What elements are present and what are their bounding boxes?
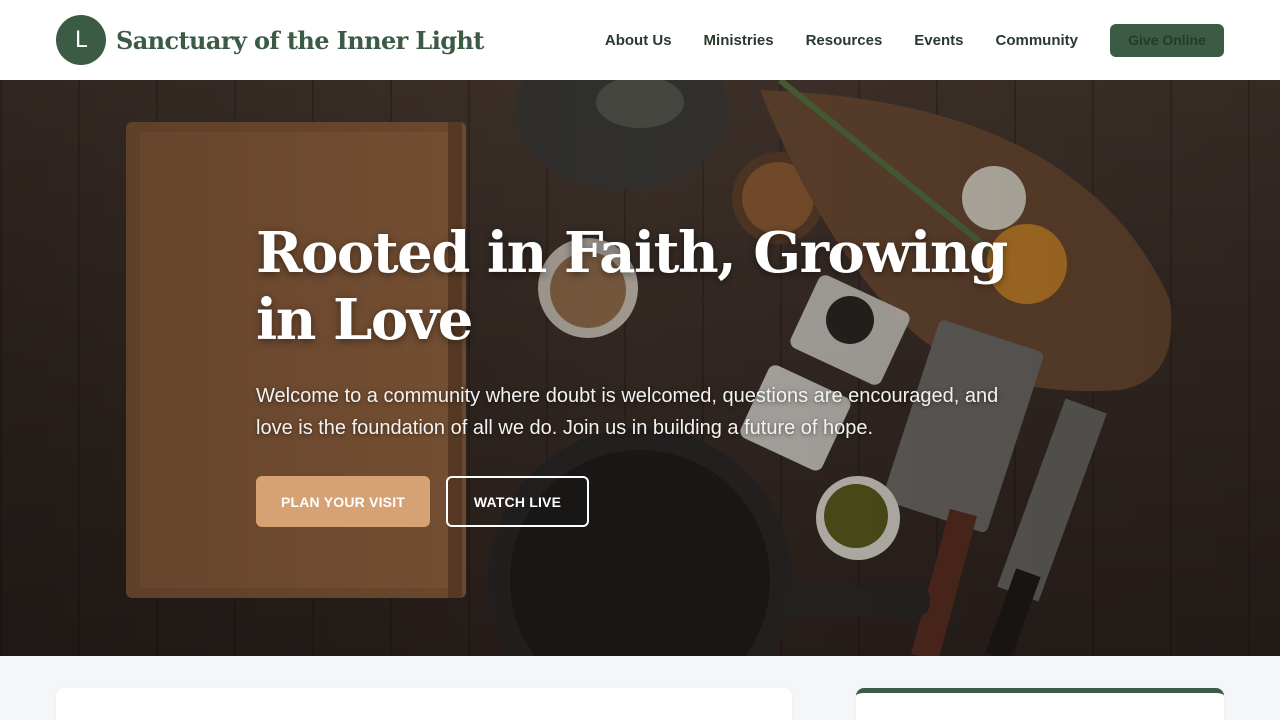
hero-content: Rooted in Faith, Growing in Love Welcome… [256,220,1046,527]
plan-your-visit-button[interactable]: PLAN YOUR VISIT [256,476,430,527]
hero-description: Welcome to a community where doubt is we… [256,385,999,439]
content-area [0,656,1280,720]
nav-resources[interactable]: Resources [806,32,883,49]
nav-events[interactable]: Events [914,32,963,49]
nav-about-us[interactable]: About Us [605,32,672,49]
sidebar-card [856,688,1224,720]
site-name[interactable]: Sanctuary of the Inner Light [116,26,484,55]
nav-community[interactable]: Community [996,32,1079,49]
nav-ministries[interactable]: Ministries [704,32,774,49]
logo-icon[interactable]: L [56,15,106,65]
hero-section: Rooted in Faith, Growing in Love Welcome… [0,80,1280,656]
brand[interactable]: L Sanctuary of the Inner Light [56,15,484,65]
hero-title: Rooted in Faith, Growing in Love [256,220,1008,353]
give-online-button[interactable]: Give Online [1110,23,1224,57]
main-content-card [56,688,792,720]
watch-live-button[interactable]: WATCH LIVE [446,476,589,527]
hero-actions: PLAN YOUR VISIT WATCH LIVE [256,476,1046,527]
site-header: L Sanctuary of the Inner Light About Us … [0,0,1280,80]
main-nav: About Us Ministries Resources Events Com… [605,23,1224,57]
